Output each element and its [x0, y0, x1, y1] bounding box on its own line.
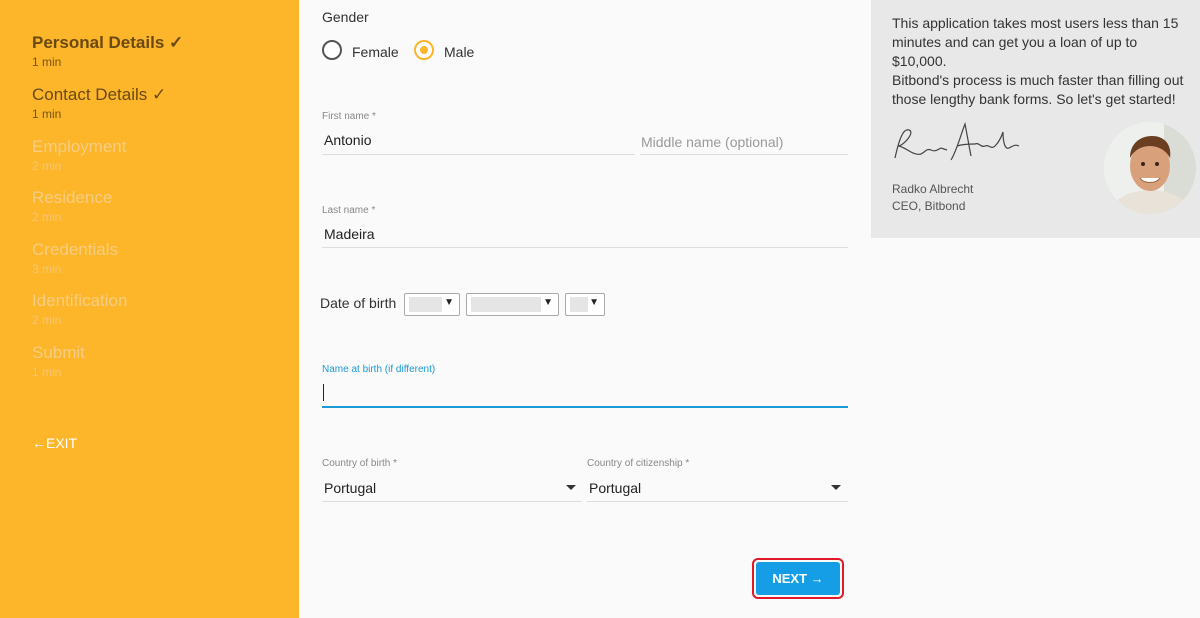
- required-mark: *: [372, 111, 376, 122]
- country-of-citizenship-underline: [587, 501, 848, 502]
- last-name-input[interactable]: Madeira: [324, 226, 375, 242]
- step-title: Residence: [32, 188, 113, 207]
- last-name-underline: [322, 247, 848, 248]
- dropdown-caret-icon: ▼: [589, 297, 599, 308]
- step-title: Personal Details ✓: [32, 33, 184, 52]
- step-submit: Submit 1 min: [32, 343, 85, 379]
- required-mark: *: [371, 205, 376, 216]
- step-title: Employment: [32, 137, 127, 156]
- text-cursor: [323, 384, 324, 401]
- info-panel: This application takes most users less t…: [871, 0, 1200, 238]
- last-name-label-text: Last name: [322, 205, 369, 216]
- step-time: 1 min: [32, 365, 62, 379]
- step-time: 3 min: [32, 262, 62, 276]
- signature-image: [894, 121, 1020, 161]
- step-time: 1 min: [32, 107, 62, 121]
- step-time: 2 min: [32, 210, 62, 224]
- dropdown-caret-icon: ▼: [543, 297, 553, 308]
- step-contact-details[interactable]: Contact Details ✓ 1 min: [32, 85, 166, 121]
- step-time: 2 min: [32, 159, 62, 173]
- country-of-citizenship-select[interactable]: Portugal: [589, 480, 641, 496]
- last-name-label: Last name *: [322, 205, 375, 216]
- info-text-line1: This application takes most users less t…: [892, 15, 1179, 69]
- person-name: Radko Albrecht: [892, 182, 974, 196]
- middle-name-underline: [640, 154, 848, 155]
- country-of-birth-underline: [322, 501, 582, 502]
- exit-link[interactable]: ←EXIT: [32, 435, 77, 451]
- middle-name-input[interactable]: Middle name (optional): [641, 134, 783, 150]
- required-mark: *: [685, 458, 690, 469]
- dob-month-value: [471, 297, 541, 312]
- avatar: [1104, 122, 1196, 214]
- step-title: Identification: [32, 291, 128, 310]
- step-time: 1 min: [32, 55, 62, 69]
- gender-female-label[interactable]: Female: [352, 44, 399, 60]
- step-title: Submit: [32, 343, 85, 362]
- gender-label: Gender: [322, 9, 369, 25]
- name-at-birth-underline: [322, 406, 848, 408]
- dob-year-value: [570, 297, 588, 312]
- first-name-label: First name *: [322, 111, 376, 122]
- person-role: CEO, Bitbond: [892, 199, 966, 213]
- step-residence: Residence 2 min: [32, 188, 112, 224]
- step-title: Credentials: [32, 240, 118, 259]
- gender-male-radio[interactable]: [414, 40, 434, 60]
- dropdown-caret-icon: ▼: [444, 297, 454, 308]
- step-time: 2 min: [32, 313, 62, 327]
- first-name-underline: [322, 154, 635, 155]
- gender-female-radio[interactable]: [322, 40, 342, 60]
- avatar-photo: [1104, 122, 1196, 214]
- required-mark: *: [393, 458, 398, 469]
- first-name-label-text: First name: [322, 111, 370, 122]
- name-at-birth-input[interactable]: [324, 384, 844, 402]
- progress-sidebar: Personal Details ✓ 1 min Contact Details…: [0, 0, 299, 618]
- step-title: Contact Details ✓: [32, 85, 167, 104]
- next-button[interactable]: NEXT →: [756, 562, 840, 595]
- gender-male-label[interactable]: Male: [444, 44, 474, 60]
- step-personal-details[interactable]: Personal Details ✓ 1 min: [32, 33, 183, 69]
- dob-month-select[interactable]: ▼: [466, 293, 559, 316]
- dob-day-select[interactable]: ▼: [404, 293, 460, 316]
- step-employment: Employment 2 min: [32, 137, 126, 173]
- country-of-birth-label: Country of birth *: [322, 458, 397, 469]
- dob-year-select[interactable]: ▼: [565, 293, 605, 316]
- country-of-citizenship-label: Country of citizenship *: [587, 458, 689, 469]
- country-of-birth-select[interactable]: Portugal: [324, 480, 376, 496]
- country-of-birth-label-text: Country of birth: [322, 458, 391, 469]
- dropdown-caret-icon[interactable]: [566, 485, 576, 490]
- dob-label: Date of birth: [320, 295, 397, 311]
- country-of-citizenship-label-text: Country of citizenship: [587, 458, 683, 469]
- info-text-line2: Bitbond's process is much faster than fi…: [892, 72, 1184, 107]
- step-credentials: Credentials 3 min: [32, 240, 118, 276]
- info-text: This application takes most users less t…: [892, 14, 1192, 109]
- name-at-birth-label: Name at birth (if different): [322, 364, 436, 375]
- dropdown-caret-icon[interactable]: [831, 485, 841, 490]
- first-name-input[interactable]: Antonio: [324, 132, 371, 148]
- dob-day-value: [409, 297, 442, 312]
- step-identification: Identification 2 min: [32, 291, 127, 327]
